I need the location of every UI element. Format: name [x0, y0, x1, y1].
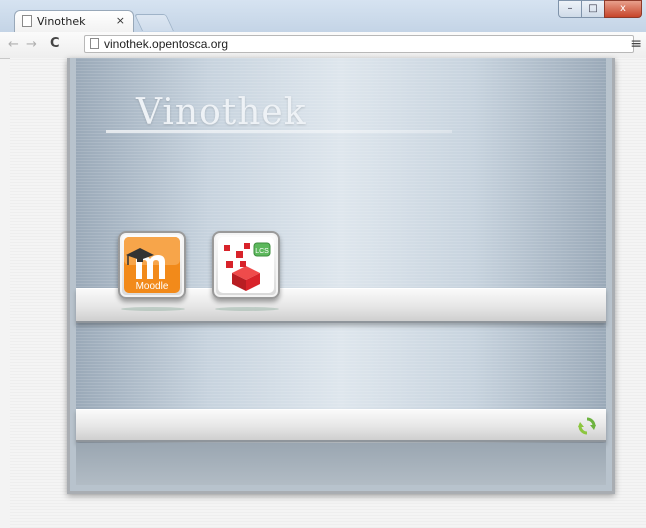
back-button[interactable]: ← [8, 37, 19, 52]
tab-close-button[interactable]: × [116, 14, 125, 27]
lcs-badge-label: LCS [255, 248, 269, 255]
vinothek-cabinet: Vinothek Moodle LCS [67, 58, 615, 494]
browser-toolbar: ← → C vinothek.opentosca.org ≡ [0, 32, 646, 59]
close-window-button[interactable]: x [604, 0, 642, 18]
cabinet-base [76, 443, 606, 485]
page-icon [90, 38, 99, 49]
cabinet-inner: Vinothek Moodle LCS [76, 58, 606, 485]
address-bar[interactable]: vinothek.opentosca.org [84, 35, 634, 53]
tab-title: Vinothek [37, 15, 86, 28]
url-text[interactable]: vinothek.opentosca.org [104, 37, 228, 51]
new-tab-button[interactable] [134, 14, 174, 31]
forward-button[interactable]: → [26, 37, 37, 52]
moodle-logo-icon: Moodle [124, 237, 180, 293]
page-content: Vinothek Moodle LCS [10, 58, 646, 528]
recycle-icon[interactable] [578, 417, 596, 435]
lcs-blocks-icon: LCS [218, 237, 274, 293]
page-icon [22, 15, 32, 27]
window-titlebar: Vinothek × – □ x [0, 0, 646, 33]
title-underline [106, 130, 452, 133]
minimize-button[interactable]: – [558, 0, 582, 18]
lcs-app-tile[interactable]: LCS [212, 231, 280, 299]
maximize-button[interactable]: □ [581, 0, 605, 18]
moodle-tile-label: Moodle [136, 281, 169, 292]
page-title: Vinothek [136, 92, 307, 133]
browser-tab[interactable]: Vinothek × [14, 10, 134, 32]
tile-reflection [215, 307, 279, 311]
footer-shelf [76, 409, 606, 442]
moodle-app-tile[interactable]: Moodle [118, 231, 186, 299]
menu-icon[interactable]: ≡ [630, 36, 642, 52]
reload-button[interactable]: C [50, 36, 60, 51]
tile-reflection [121, 307, 185, 311]
window-controls: – □ x [558, 0, 642, 18]
